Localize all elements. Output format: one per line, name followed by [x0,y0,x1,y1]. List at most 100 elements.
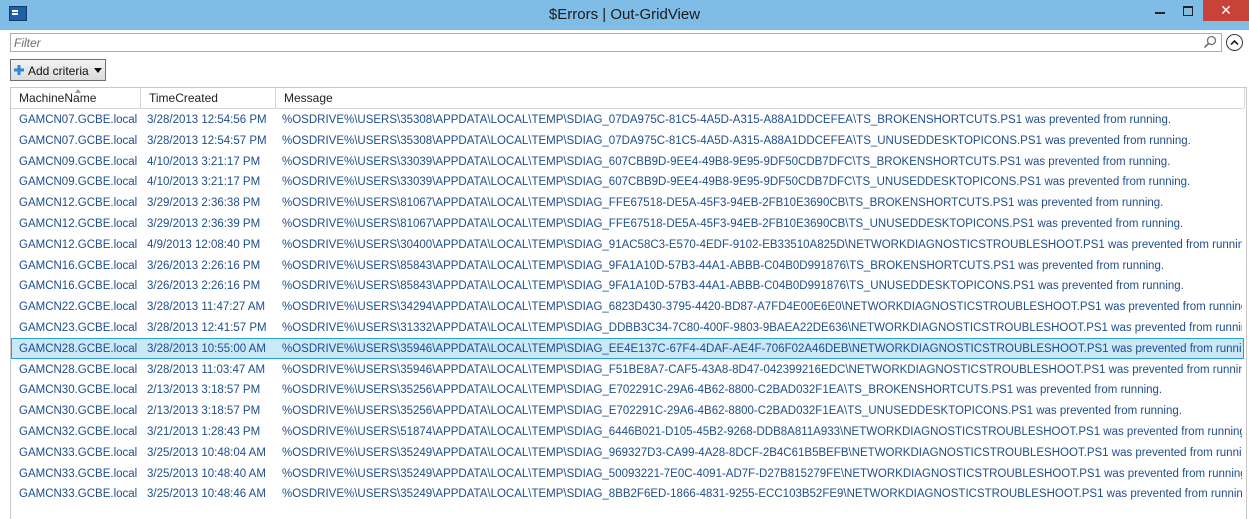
table-row[interactable]: GAMCN09.GCBE.local 4/10/2013 3:21:17 PM %O… [11,171,1244,192]
table-row[interactable]: GAMCN16.GCBE.local 3/26/2013 2:26:16 PM %O… [11,275,1244,296]
cell-machinename: GAMCN32.GCBE.local [19,425,138,438]
cell-message: %OSDRIVE%\USERS\81067\APPDATA\LOCAL\TEMP… [282,197,1164,210]
add-criteria-label: Add criteria [28,64,89,78]
table-row[interactable]: GAMCN33.GCBE.local 3/25/2013 10:48:46 AM%… [11,483,1244,504]
title-bar[interactable]: $Errors | Out-GridView ✕ [0,0,1249,30]
cell-timecreated: 3/28/2013 10:55:00 AM [147,342,266,355]
cell-machinename: GAMCN07.GCBE.local [19,114,138,126]
search-icon[interactable] [1203,35,1217,49]
close-icon: ✕ [1220,2,1232,18]
cell-machinename: GAMCN16.GCBE.local [19,259,138,272]
cell-timecreated: 3/26/2013 2:26:16 PM [147,280,261,293]
cell-timecreated: 3/25/2013 10:48:40 AM [147,467,266,480]
cell-message: %OSDRIVE%\USERS\31332\APPDATA\LOCAL\TEMP… [282,321,1242,334]
cell-timecreated: 3/28/2013 12:54:57 PM [147,134,267,147]
column-header-label: Message [284,91,333,105]
grid-rows: GAMCN07.GCBE.local 3/28/2013 12:54:56 PM%… [11,109,1244,504]
grid-view-content: Add criteria MachineName TimeCreated Mes… [0,30,1249,519]
cell-message: %OSDRIVE%\USERS\81067\APPDATA\LOCAL\TEMP… [282,217,1184,230]
cell-timecreated: 3/25/2013 10:48:04 AM [147,446,266,459]
table-row[interactable]: GAMCN09.GCBE.local 4/10/2013 3:21:17 PM %O… [11,151,1244,172]
cell-message: %OSDRIVE%\USERS\85843\APPDATA\LOCAL\TEMP… [282,280,1184,293]
table-row[interactable]: GAMCN22.GCBE.local 3/28/2013 11:47:27 AM%… [11,296,1244,317]
filter-input[interactable] [14,35,1194,50]
table-row[interactable]: GAMCN30.GCBE.local 2/13/2013 3:18:57 PM %O… [11,400,1244,421]
cell-timecreated: 2/13/2013 3:18:57 PM [147,405,261,418]
cell-message: %OSDRIVE%\USERS\35946\APPDATA\LOCAL\TEMP… [282,363,1242,376]
cell-timecreated: 3/25/2013 10:48:46 AM [147,488,266,501]
table-row[interactable]: GAMCN12.GCBE.local 3/29/2013 2:36:39 PM %O… [11,213,1244,234]
cell-message: %OSDRIVE%\USERS\30400\APPDATA\LOCAL\TEMP… [282,238,1242,251]
cell-machinename: GAMCN28.GCBE.local [19,342,138,355]
cell-message: %OSDRIVE%\USERS\35308\APPDATA\LOCAL\TEMP… [282,134,1191,147]
cell-machinename: GAMCN33.GCBE.local [19,446,138,459]
cell-machinename: GAMCN12.GCBE.local [19,238,138,251]
cell-message: %OSDRIVE%\USERS\85843\APPDATA\LOCAL\TEMP… [282,259,1165,272]
cell-timecreated: 4/9/2013 12:08:40 PM [147,238,261,251]
table-row[interactable]: GAMCN32.GCBE.local 3/21/2013 1:28:43 PM %O… [11,421,1244,442]
cell-timecreated: 3/28/2013 12:41:57 PM [147,321,267,334]
table-row[interactable]: GAMCN07.GCBE.local 3/28/2013 12:54:57 PM%… [11,130,1244,151]
cell-message: %OSDRIVE%\USERS\35946\APPDATA\LOCAL\TEMP… [282,342,1242,355]
cell-timecreated: 4/10/2013 3:21:17 PM [147,155,261,168]
cell-machinename: GAMCN30.GCBE.local [19,384,138,397]
cell-machinename: GAMCN09.GCBE.local [19,176,138,189]
cell-machinename: GAMCN09.GCBE.local [19,155,138,168]
column-header-timecreated[interactable]: TimeCreated [141,88,276,108]
window-title: $Errors | Out-GridView [548,6,701,23]
column-header-label: TimeCreated [149,91,218,105]
maximize-button[interactable] [1174,0,1202,21]
column-header-label: MachineName [19,91,97,105]
add-criteria-button[interactable]: Add criteria [10,59,106,81]
cell-timecreated: 3/29/2013 2:36:39 PM [147,217,261,230]
collapse-filter-button[interactable] [1226,34,1243,51]
table-row[interactable]: GAMCN16.GCBE.local 3/26/2013 2:26:16 PM %O… [11,255,1244,276]
grid-header: MachineName TimeCreated Message [11,88,1245,109]
cell-message: %OSDRIVE%\USERS\34294\APPDATA\LOCAL\TEMP… [282,301,1242,314]
cell-timecreated: 3/28/2013 12:54:56 PM [147,114,267,126]
cell-machinename: GAMCN16.GCBE.local [19,280,138,293]
column-header-machinename[interactable]: MachineName [11,88,141,108]
table-row[interactable]: GAMCN23.GCBE.local 3/28/2013 12:41:57 PM%… [11,317,1244,338]
table-row[interactable]: GAMCN33.GCBE.local 3/25/2013 10:48:40 AM%… [11,463,1244,484]
cell-message: %OSDRIVE%\USERS\35256\APPDATA\LOCAL\TEMP… [282,405,1182,418]
table-row[interactable]: GAMCN30.GCBE.local 2/13/2013 3:18:57 PM %O… [11,379,1244,400]
cell-timecreated: 3/29/2013 2:36:38 PM [147,197,261,210]
cell-machinename: GAMCN28.GCBE.local [19,363,138,376]
table-row[interactable]: GAMCN33.GCBE.local 3/25/2013 10:48:04 AM%… [11,442,1244,463]
table-row[interactable]: GAMCN28.GCBE.local 3/28/2013 11:03:47 AM%… [11,359,1244,380]
cell-message: %OSDRIVE%\USERS\33039\APPDATA\LOCAL\TEMP… [282,176,1191,189]
cell-machinename: GAMCN12.GCBE.local [19,197,138,210]
cell-message: %OSDRIVE%\USERS\35249\APPDATA\LOCAL\TEMP… [282,467,1242,480]
table-row[interactable]: GAMCN07.GCBE.local 3/28/2013 12:54:56 PM%… [11,109,1244,130]
cell-machinename: GAMCN33.GCBE.local [19,467,138,480]
cell-message: %OSDRIVE%\USERS\51874\APPDATA\LOCAL\TEMP… [282,425,1242,438]
table-row[interactable]: GAMCN28.GCBE.local 3/28/2013 10:55:00 AM%… [11,337,1244,359]
cell-message: %OSDRIVE%\USERS\35249\APPDATA\LOCAL\TEMP… [282,446,1242,459]
cell-message: %OSDRIVE%\USERS\35249\APPDATA\LOCAL\TEMP… [282,488,1242,501]
minimize-button[interactable] [1146,0,1174,21]
filter-box[interactable] [10,33,1222,52]
cell-machinename: GAMCN30.GCBE.local [19,405,138,418]
cell-timecreated: 3/28/2013 11:03:47 AM [147,363,266,376]
close-button[interactable]: ✕ [1203,0,1249,21]
table-row[interactable]: GAMCN12.GCBE.local 4/9/2013 12:08:40 PM %O… [11,234,1244,255]
cell-timecreated: 4/10/2013 3:21:17 PM [147,176,261,189]
cell-machinename: GAMCN33.GCBE.local [19,488,138,501]
cell-machinename: GAMCN23.GCBE.local [19,321,138,334]
cell-timecreated: 3/26/2013 2:26:16 PM [147,259,261,272]
cell-machinename: GAMCN12.GCBE.local [19,217,138,230]
cell-machinename: GAMCN22.GCBE.local [19,301,138,314]
sort-ascending-icon [75,89,81,93]
cell-timecreated: 3/28/2013 11:47:27 AM [147,301,266,314]
cell-message: %OSDRIVE%\USERS\35308\APPDATA\LOCAL\TEMP… [282,114,1172,126]
dropdown-arrow-icon [94,68,102,73]
table-row[interactable]: GAMCN12.GCBE.local 3/29/2013 2:36:38 PM %O… [11,192,1244,213]
results-grid[interactable]: MachineName TimeCreated Message GAMCN07.… [10,87,1247,519]
cell-timecreated: 2/13/2013 3:18:57 PM [147,384,261,397]
column-header-message[interactable]: Message [276,88,1245,108]
cell-machinename: GAMCN07.GCBE.local [19,134,138,147]
cell-message: %OSDRIVE%\USERS\35256\APPDATA\LOCAL\TEMP… [282,384,1163,397]
cell-timecreated: 3/21/2013 1:28:43 PM [147,425,261,438]
plus-icon [14,65,24,75]
